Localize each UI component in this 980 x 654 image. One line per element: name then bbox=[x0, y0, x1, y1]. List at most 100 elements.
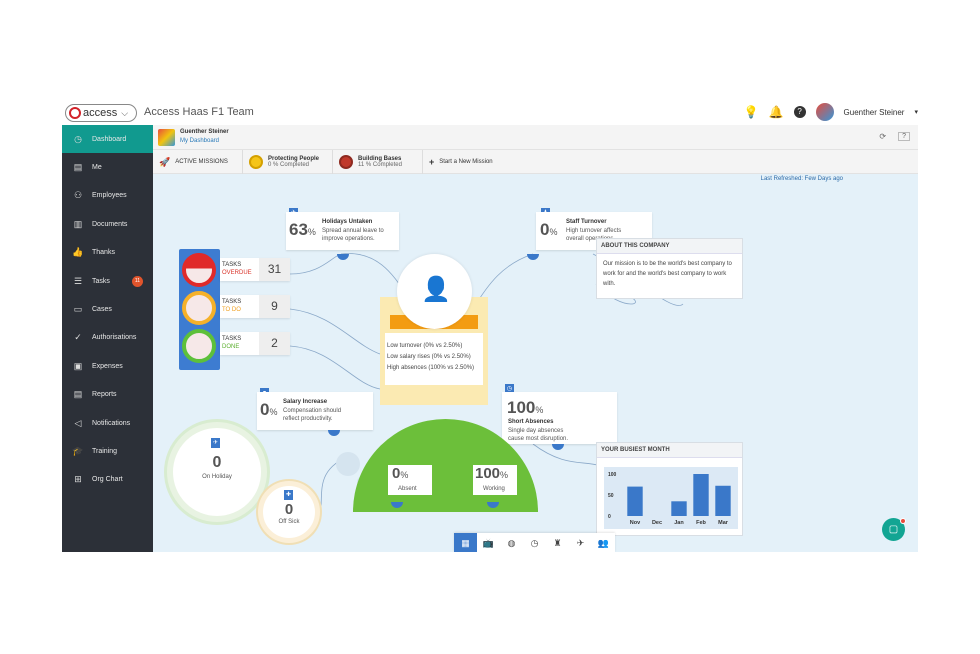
sidebar-item-org-chart[interactable]: ⊞ Org Chart bbox=[62, 466, 153, 494]
megaphone-icon: ◁ bbox=[74, 417, 82, 428]
bar-feb[interactable] bbox=[693, 474, 709, 516]
tasks-done[interactable]: TASKS DONE 2 bbox=[220, 332, 290, 355]
sidebar-item-dashboard[interactable]: ◷ Dashboard bbox=[62, 125, 153, 154]
product-switcher[interactable]: access ⌵ bbox=[65, 104, 137, 122]
team-icon[interactable]: 👥 bbox=[592, 533, 615, 552]
sidebar-item-me[interactable]: ▤ Me bbox=[62, 153, 153, 181]
chevron-down-icon: ⌵ bbox=[121, 107, 129, 118]
off-sick-count: 0 bbox=[284, 501, 294, 518]
sidebar-item-authorisations[interactable]: ✓ Authorisations bbox=[62, 324, 153, 352]
task-label: TASKS bbox=[222, 262, 242, 268]
on-holiday-label: On Holiday bbox=[202, 474, 232, 480]
task-status: OVERDUE bbox=[222, 270, 252, 276]
user-avatar[interactable] bbox=[815, 103, 834, 121]
help-button[interactable]: ? bbox=[898, 132, 910, 141]
sidebar-item-training[interactable]: 🎓 Training bbox=[62, 437, 153, 465]
absences-percent: 100% bbox=[507, 398, 544, 417]
grid-icon[interactable]: ▦ bbox=[454, 533, 477, 552]
tasks-overdue[interactable]: TASKS OVERDUE 31 bbox=[220, 258, 290, 281]
rocket-icon[interactable]: ♜ bbox=[546, 533, 569, 552]
graduation-cap-icon: 🎓 bbox=[72, 445, 84, 456]
salary-card[interactable]: 0% Salary Increase Compensation should r… bbox=[257, 392, 373, 430]
on-holiday-count: 0 bbox=[212, 454, 222, 471]
busiest-chart-svg: 100 50 0 Nov Dec Jan Feb Mar bbox=[608, 472, 731, 526]
team-name: Access Haas F1 Team bbox=[144, 106, 254, 118]
off-sick-ring[interactable]: ✚ 0 Off Sick bbox=[258, 481, 320, 543]
tv-icon[interactable]: 📺 bbox=[477, 533, 500, 552]
holidays-percent: 63% bbox=[289, 220, 316, 239]
dashboard-canvas: Last Refreshed: Few Days ago ✈ 63% Holid… bbox=[153, 174, 918, 552]
sidebar-item-documents[interactable]: ▥ Documents bbox=[62, 210, 153, 238]
sidebar-item-label: Cases bbox=[92, 306, 112, 314]
x-tick-label: Dec bbox=[652, 520, 662, 526]
working-card[interactable]: 100% Working bbox=[473, 465, 517, 495]
salary-title: Salary Increase bbox=[283, 399, 328, 405]
absences-card[interactable]: 100% Short Absences Single day absences … bbox=[502, 392, 617, 444]
help-icon[interactable]: ? bbox=[793, 106, 806, 118]
stats-avatar: 👤 bbox=[397, 254, 472, 329]
bell-icon[interactable]: 🔔 bbox=[769, 105, 784, 119]
light-todo bbox=[182, 291, 216, 325]
sidebar-item-tasks[interactable]: ☰ Tasks 11 bbox=[62, 267, 153, 295]
missions-bar: 🚀 ACTIVE MISSIONS Protecting People 0 % … bbox=[153, 150, 918, 174]
holidays-title: Holidays Untaken bbox=[322, 219, 373, 225]
on-holiday-ring[interactable]: ✈ 0 On Holiday bbox=[167, 422, 267, 522]
sidebar-item-employees[interactable]: ⚇ Employees bbox=[62, 182, 153, 210]
mission-protecting-people[interactable]: Protecting People 0 % Completed bbox=[243, 150, 333, 174]
user-name[interactable]: Guenther Steiner bbox=[844, 108, 905, 117]
sidebar-item-cases[interactable]: ▭ Cases bbox=[62, 295, 153, 323]
plane-icon[interactable]: ✈ bbox=[569, 533, 592, 552]
refresh-icon[interactable]: ⟳ bbox=[879, 132, 886, 141]
salary-text: Compensation should reflect productivity… bbox=[283, 408, 342, 422]
lightbulb-icon[interactable]: 💡 bbox=[744, 105, 759, 119]
sidebar-item-label: Me bbox=[92, 164, 102, 172]
people-icon: ⚇ bbox=[73, 190, 83, 201]
mission-building-bases[interactable]: Building Bases 11 % Completed bbox=[333, 150, 423, 174]
plus-icon: + bbox=[429, 157, 435, 167]
bar-nov[interactable] bbox=[627, 486, 643, 516]
top-bar: access ⌵ Access Haas F1 Team 💡 🔔 ? Guent… bbox=[62, 100, 918, 125]
tasks-todo[interactable]: TASKS TO DO 9 bbox=[220, 295, 290, 318]
active-missions[interactable]: 🚀 ACTIVE MISSIONS bbox=[153, 150, 243, 174]
org-chart-icon: ⊞ bbox=[74, 474, 82, 485]
sidebar-item-expenses[interactable]: ▣ Expenses bbox=[62, 352, 153, 380]
start-new-mission-button[interactable]: + Start a New Mission bbox=[423, 150, 513, 174]
holidays-text: Spread annual leave to improve operation… bbox=[322, 228, 384, 242]
about-text: Our mission is to be the world's best co… bbox=[603, 261, 732, 287]
turnover-percent: 0% bbox=[540, 220, 558, 239]
avatar[interactable] bbox=[158, 129, 175, 146]
sidebar-item-reports[interactable]: ▤ Reports bbox=[62, 381, 153, 409]
absences-text: Single day absences cause most disruptio… bbox=[508, 428, 569, 442]
holidays-card[interactable]: 63% Holidays Untaken Spread annual leave… bbox=[286, 212, 399, 250]
report-icon: ▤ bbox=[73, 389, 83, 400]
sidebar-item-thanks[interactable]: 👍 Thanks bbox=[62, 239, 153, 267]
salary-percent: 0% bbox=[260, 400, 278, 419]
task-count: 9 bbox=[259, 295, 290, 318]
bar-jan[interactable] bbox=[671, 501, 687, 516]
sidebar-item-notifications[interactable]: ◁ Notifications bbox=[62, 409, 153, 437]
clock-icon: ◷ bbox=[74, 133, 82, 144]
mission-progress: 11 % Completed bbox=[358, 162, 402, 168]
task-count: 2 bbox=[259, 332, 290, 355]
thumbs-up-icon: 👍 bbox=[72, 247, 84, 258]
x-tick-label: Nov bbox=[630, 520, 641, 526]
about-title: ABOUT THIS COMPANY bbox=[597, 239, 742, 254]
busiest-month-card: YOUR BUSIEST MONTH 100 50 0 Nov Dec Jan Feb Mar bbox=[596, 442, 743, 536]
sidebar-item-label: Expenses bbox=[92, 362, 123, 370]
bar-mar[interactable] bbox=[715, 485, 731, 516]
money-icon: ▣ bbox=[73, 360, 83, 371]
my-dashboard-link[interactable]: My Dashboard bbox=[180, 138, 219, 144]
chat-icon[interactable]: ▢ bbox=[882, 518, 906, 541]
globe-icon[interactable]: ◍ bbox=[500, 533, 523, 552]
id-card-icon: ▤ bbox=[73, 162, 83, 173]
task-label: TASKS bbox=[222, 299, 242, 305]
tasks-badge: 11 bbox=[132, 275, 143, 287]
documents-icon: ▥ bbox=[73, 218, 83, 229]
about-company-card: ABOUT THIS COMPANY Our mission is to be … bbox=[596, 238, 743, 299]
stats-line: High absences (100% vs 2.50%) bbox=[387, 365, 475, 371]
clock-icon[interactable]: ◷ bbox=[523, 533, 546, 552]
caret-down-icon[interactable]: ▾ bbox=[914, 108, 918, 116]
absent-card[interactable]: 0% Absent bbox=[388, 465, 432, 495]
x-tick-label: Feb bbox=[696, 520, 706, 526]
task-traffic-light bbox=[179, 249, 220, 370]
